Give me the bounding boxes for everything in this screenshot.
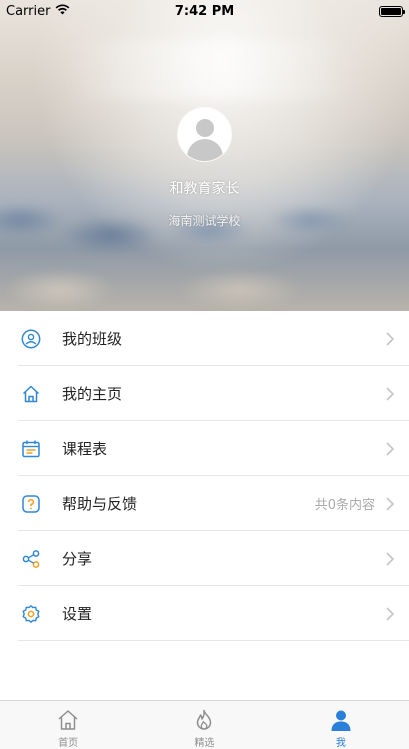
tab-bar: 首页 精选 我 xyxy=(0,700,409,749)
menu-item-my-homepage[interactable]: 我的主页 xyxy=(0,366,409,421)
feedback-count: 共0条内容 xyxy=(314,498,375,513)
school-name: 海南测试学校 xyxy=(168,214,241,228)
menu-label: 我的主页 xyxy=(62,385,123,403)
chevron-right-icon xyxy=(385,496,395,512)
calendar-icon xyxy=(20,438,42,460)
wifi-icon xyxy=(55,3,70,19)
share-icon xyxy=(20,548,42,570)
user-circle-icon xyxy=(20,328,42,350)
profile-info: 和教育家长 海南测试学校 xyxy=(0,108,409,229)
menu-item-help-feedback[interactable]: 帮助与反馈 共0条内容 xyxy=(0,476,409,531)
menu-label: 课程表 xyxy=(62,440,108,458)
tab-label: 精选 xyxy=(194,738,215,749)
chevron-right-icon xyxy=(385,331,395,347)
menu-label: 设置 xyxy=(62,605,93,623)
flame-icon xyxy=(192,708,216,732)
menu-item-share[interactable]: 分享 xyxy=(0,531,409,586)
status-bar: Carrier 7:42 PM xyxy=(0,0,409,22)
question-icon xyxy=(20,493,42,515)
chevron-right-icon xyxy=(385,441,395,457)
chevron-right-icon xyxy=(385,551,395,567)
menu-item-my-class[interactable]: 我的班级 xyxy=(0,311,409,366)
tab-label: 首页 xyxy=(58,738,79,749)
tab-me[interactable]: 我 xyxy=(273,701,409,749)
settings-menu: 我的班级 我的主页 课程表 帮助与反馈 共0条内容 分享 设置 xyxy=(0,311,409,641)
home-icon xyxy=(20,383,42,405)
home-icon xyxy=(56,708,80,732)
tab-featured[interactable]: 精选 xyxy=(136,701,272,749)
chevron-right-icon xyxy=(385,386,395,402)
user-name: 和教育家长 xyxy=(169,181,240,197)
menu-label: 我的班级 xyxy=(62,330,123,348)
carrier-label: Carrier xyxy=(6,3,51,19)
avatar[interactable] xyxy=(178,108,231,161)
battery-icon xyxy=(379,5,405,17)
tab-home[interactable]: 首页 xyxy=(0,701,136,749)
gear-icon xyxy=(20,603,42,625)
person-icon xyxy=(329,708,353,732)
chevron-right-icon xyxy=(385,606,395,622)
menu-label: 帮助与反馈 xyxy=(62,495,138,513)
menu-item-timetable[interactable]: 课程表 xyxy=(0,421,409,476)
tab-label: 我 xyxy=(335,738,346,749)
menu-label: 分享 xyxy=(62,550,93,568)
menu-item-settings[interactable]: 设置 xyxy=(0,586,409,641)
